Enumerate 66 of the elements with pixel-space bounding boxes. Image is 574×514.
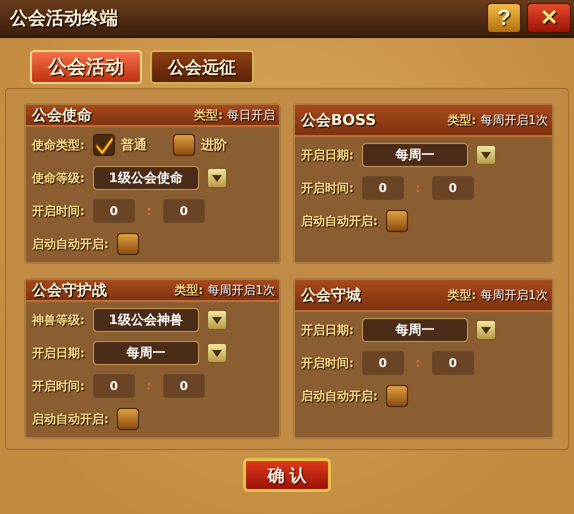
field-label: 使命等级: xyxy=(32,170,85,186)
dropdown-field[interactable]: 1级公会神兽 xyxy=(92,308,199,332)
field-label: 启动自动开启: xyxy=(301,212,378,230)
option-label: 普通 xyxy=(120,136,147,154)
field-label: 使命类型: xyxy=(32,136,85,154)
dropdown-field[interactable]: 每周一 xyxy=(362,318,468,342)
caret-icon xyxy=(212,316,222,324)
checkbox[interactable] xyxy=(172,134,195,156)
type-label: 类型: xyxy=(448,286,476,304)
field-label: 开启时间: xyxy=(32,378,85,394)
caret-icon xyxy=(212,174,222,182)
time-separator: : xyxy=(414,356,422,370)
type-label: 类型: xyxy=(174,282,204,298)
dropdown-field[interactable]: 每周一 xyxy=(362,143,468,167)
hour-field[interactable]: 0 xyxy=(362,176,404,200)
minute-field[interactable]: 0 xyxy=(432,176,474,200)
caret-icon xyxy=(480,326,491,334)
section-title: 公会使命 xyxy=(32,106,92,124)
field-label: 启动自动开启: xyxy=(32,410,109,428)
field-label: 开启日期: xyxy=(301,322,354,338)
close-button[interactable]: ✕ xyxy=(527,3,571,33)
checkbox[interactable] xyxy=(116,408,139,430)
type-value: 每周开启1次 xyxy=(207,282,275,298)
tab[interactable]: 公会远征 xyxy=(150,50,254,84)
field-label: 开启时间: xyxy=(301,354,354,372)
tab[interactable]: 公会活动 xyxy=(30,50,142,84)
section-title: 公会守护战 xyxy=(32,280,107,300)
section-title: 公会BOSS xyxy=(301,110,376,130)
time-separator: : xyxy=(145,378,152,394)
dropdown-button[interactable] xyxy=(206,168,227,188)
field-label: 开启时间: xyxy=(32,202,85,220)
dropdown-field[interactable]: 1级公会使命 xyxy=(92,166,199,190)
field-label: 启动自动开启: xyxy=(301,388,378,404)
type-value: 每周开启1次 xyxy=(480,112,548,128)
time-separator: : xyxy=(145,204,152,218)
checkbox[interactable] xyxy=(386,210,408,232)
hour-field[interactable]: 0 xyxy=(92,374,135,398)
checkbox[interactable] xyxy=(116,233,139,255)
dropdown-button[interactable] xyxy=(476,145,496,165)
minute-field[interactable]: 0 xyxy=(162,374,205,398)
hour-field[interactable]: 0 xyxy=(92,199,135,223)
field-label: 开启日期: xyxy=(301,146,354,164)
field-label: 神兽等级: xyxy=(32,312,85,328)
type-value: 每周开启1次 xyxy=(480,286,548,304)
caret-icon xyxy=(212,350,222,356)
minute-field[interactable]: 0 xyxy=(162,199,205,223)
section-title: 公会守城 xyxy=(301,286,361,304)
type-label: 类型: xyxy=(448,112,476,128)
dropdown-button[interactable] xyxy=(476,320,496,340)
window-title: 公会活动终端 xyxy=(10,7,118,30)
dropdown-field[interactable]: 每周一 xyxy=(92,341,199,365)
option-label: 进阶 xyxy=(200,137,227,154)
minute-field[interactable]: 0 xyxy=(432,351,474,375)
field-label: 开启时间: xyxy=(301,180,354,196)
time-separator: : xyxy=(414,180,422,196)
field-label: 开启日期: xyxy=(32,344,85,362)
dropdown-button[interactable] xyxy=(206,310,227,330)
type-label: 类型: xyxy=(194,106,223,124)
checkbox[interactable] xyxy=(92,134,115,156)
dropdown-button[interactable] xyxy=(206,343,227,363)
checkbox[interactable] xyxy=(386,385,408,407)
hour-field[interactable]: 0 xyxy=(362,351,404,375)
type-value: 每日开启 xyxy=(227,106,275,124)
confirm-button[interactable]: 确 认 xyxy=(243,458,331,492)
caret-icon xyxy=(480,152,491,158)
field-label: 启动自动开启: xyxy=(32,236,109,252)
